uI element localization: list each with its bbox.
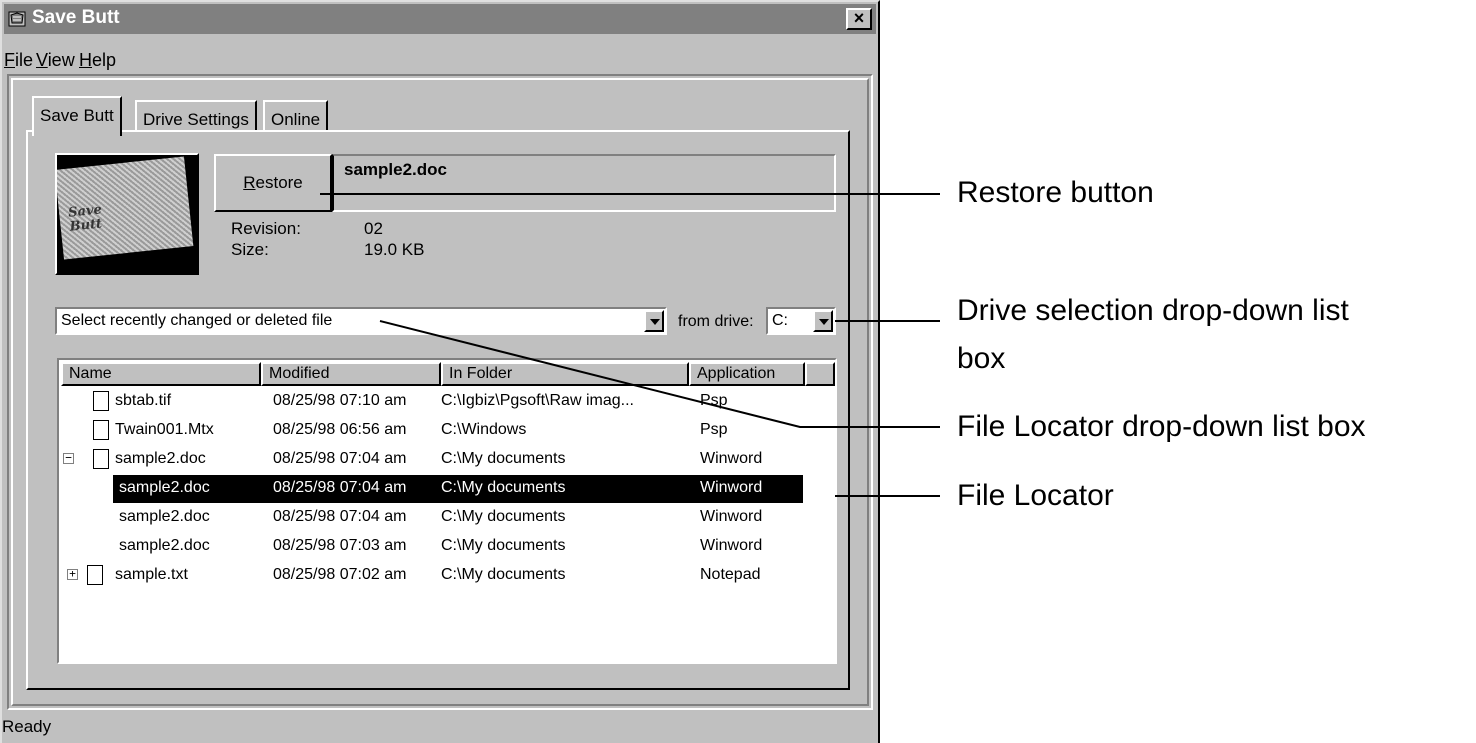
- expand-toggle-icon[interactable]: +: [67, 567, 78, 580]
- list-item[interactable]: sample2.doc 08/25/98 07:03 am C:\My docu…: [59, 533, 835, 561]
- list-item[interactable]: − sample2.doc 08/25/98 07:04 am C:\My do…: [59, 446, 835, 474]
- dropdown-arrow-icon[interactable]: [813, 310, 833, 332]
- tab-save-butt[interactable]: Save Butt: [32, 96, 122, 136]
- list-item[interactable]: sbtab.tif 08/25/98 07:10 am C:\Igbiz\Pgs…: [59, 388, 835, 416]
- size-label: Size:: [231, 240, 269, 259]
- mtx-file-icon: [93, 420, 109, 440]
- collapse-toggle-icon[interactable]: −: [63, 451, 74, 464]
- revision-label: Revision:: [231, 219, 301, 238]
- word-document-icon: [93, 449, 109, 469]
- tab-drive-settings[interactable]: Drive Settings: [135, 100, 257, 134]
- list-item[interactable]: Twain001.Mtx 08/25/98 06:56 am C:\Window…: [59, 417, 835, 445]
- status-text: Ready: [2, 717, 52, 736]
- callout-drive-selection-line1: Drive selection drop-down list: [957, 294, 1349, 327]
- menu-bar: File View Help: [4, 34, 876, 74]
- close-icon: ×: [853, 8, 865, 28]
- dropdown-arrow-icon[interactable]: [644, 310, 664, 332]
- list-item[interactable]: sample2.doc 08/25/98 07:04 am C:\My docu…: [59, 504, 835, 532]
- app-icon: [8, 11, 26, 27]
- file-locator-dropdown[interactable]: Select recently changed or deleted file: [55, 307, 667, 335]
- callout-restore-button: Restore button: [957, 176, 1154, 209]
- title-bar[interactable]: Save Butt ×: [4, 4, 876, 34]
- file-locator-list[interactable]: Name Modified In Folder Application sbta…: [57, 358, 837, 664]
- tab-online[interactable]: Online: [263, 100, 329, 134]
- revision-value: 02: [364, 219, 383, 238]
- text-document-icon: [87, 565, 103, 585]
- column-header-empty: [805, 362, 835, 386]
- callout-file-locator: File Locator: [957, 479, 1114, 512]
- selected-file-name: sample2.doc: [332, 154, 836, 212]
- image-file-icon: [93, 391, 109, 411]
- close-button[interactable]: ×: [846, 8, 872, 30]
- window-title: Save Butt: [32, 7, 120, 28]
- restore-button[interactable]: Restore: [214, 154, 332, 212]
- menu-help[interactable]: Help: [79, 50, 116, 71]
- list-item[interactable]: + sample.txt 08/25/98 07:02 am C:\My doc…: [59, 562, 835, 590]
- from-drive-label: from drive:: [678, 313, 754, 330]
- column-header-in-folder[interactable]: In Folder: [441, 362, 689, 386]
- menu-file[interactable]: File: [4, 50, 33, 71]
- column-header-name[interactable]: Name: [61, 362, 261, 386]
- size-value: 19.0 KB: [364, 240, 425, 259]
- column-header-application[interactable]: Application: [689, 362, 805, 386]
- drive-selection-dropdown[interactable]: C:: [766, 307, 836, 335]
- save-butt-logo: Save Butt: [55, 153, 199, 275]
- callout-drive-selection-line2: box: [957, 342, 1006, 375]
- list-item-selected[interactable]: sample2.doc 08/25/98 07:04 am C:\My docu…: [59, 475, 835, 503]
- menu-view[interactable]: View: [36, 50, 75, 71]
- column-header-modified[interactable]: Modified: [261, 362, 441, 386]
- status-bar: Ready: [2, 712, 874, 743]
- callout-file-locator-dropdown: File Locator drop-down list box: [957, 410, 1366, 443]
